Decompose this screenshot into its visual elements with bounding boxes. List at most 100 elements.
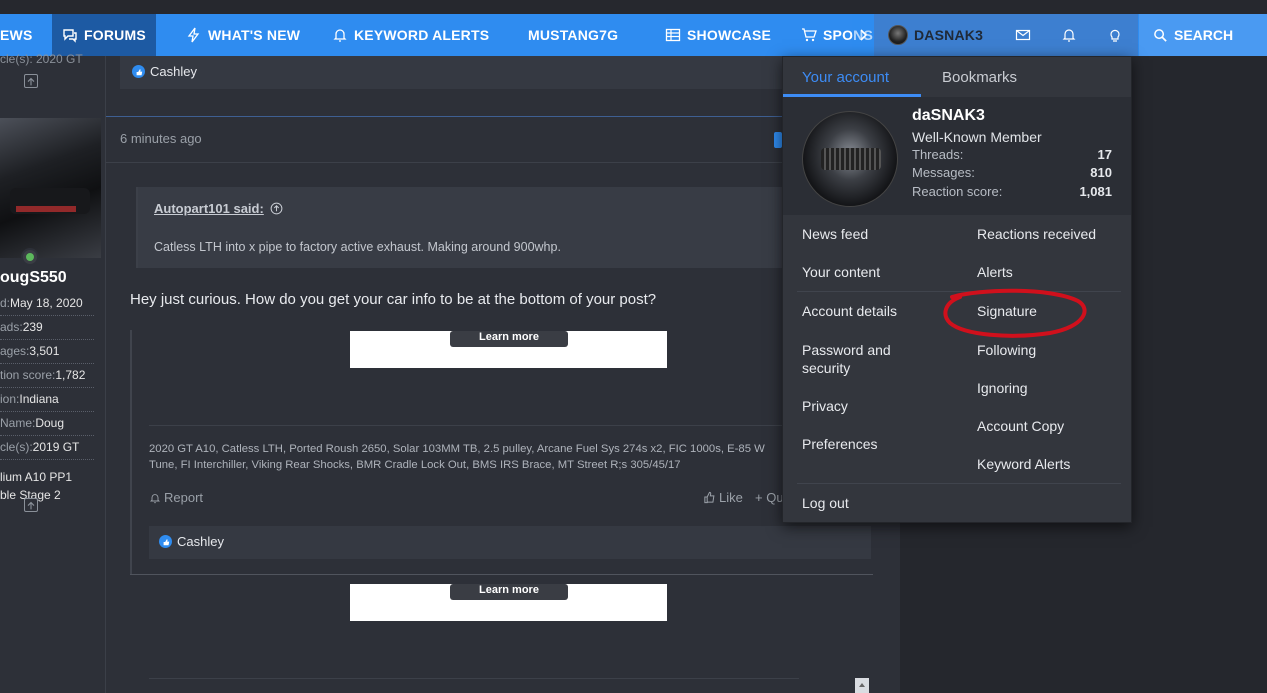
scroll-up-icon[interactable]: [24, 74, 38, 88]
menu-preferences[interactable]: Preferences: [802, 436, 877, 452]
user-stat-value: 3,501: [29, 344, 60, 358]
nav-showcase[interactable]: SHOWCASE: [665, 14, 771, 56]
post-body-text: Hey just curious. How do you get your ca…: [130, 291, 657, 308]
signature-separator: [149, 425, 799, 426]
prev-reaction-user[interactable]: Cashley: [150, 64, 197, 79]
post-header-separator: [106, 162, 900, 163]
menu-your-content[interactable]: Your content: [802, 264, 880, 280]
post-author-name[interactable]: ougS550: [0, 269, 67, 287]
quote-author[interactable]: Autopart101 said:: [154, 201, 264, 216]
learn-more-button[interactable]: Learn more: [450, 331, 568, 347]
quote-block: Autopart101 said: Catless LTH into x pip…: [136, 187, 796, 268]
nav-forums-label: FORUMS: [84, 27, 146, 43]
reaction-score-value: 1,081: [1079, 184, 1112, 199]
user-stat-key: Name:: [0, 416, 36, 430]
user-stat-line: d:May 18, 2020: [0, 292, 94, 316]
scroll-up-button[interactable]: [24, 498, 38, 512]
nav-account-label: DASNAK3: [914, 27, 984, 43]
browser-top-strip: [0, 0, 1267, 14]
user-stat-line: Name:Doug: [0, 412, 94, 436]
reaction-bar: Cashley: [149, 526, 871, 559]
cart-icon: [802, 28, 817, 42]
menu-password-security-line2[interactable]: security: [802, 360, 850, 376]
caret-up-icon: [859, 683, 865, 687]
user-stat-line: cle(s):2019 GT: [0, 436, 94, 460]
messages-value: 810: [1090, 165, 1112, 180]
quote-text: Catless LTH into x pipe to factory activ…: [154, 240, 561, 254]
menu-password-security-line1[interactable]: Password and: [802, 342, 891, 358]
menu-following[interactable]: Following: [977, 342, 1036, 358]
menu-news-feed[interactable]: News feed: [802, 226, 868, 242]
signature-text: 2020 GT A10, Catless LTH, Ported Roush 2…: [149, 443, 765, 471]
messages-label: Messages:: [912, 165, 975, 180]
profile-avatar[interactable]: [802, 111, 898, 207]
nav-mustang7g[interactable]: MUSTANG7G: [528, 14, 618, 56]
style-toggle-button[interactable]: [1092, 14, 1138, 56]
arrow-up-icon: [27, 501, 35, 510]
menu-log-out[interactable]: Log out: [802, 495, 849, 511]
bell-icon: [150, 493, 160, 503]
like-button[interactable]: Like: [703, 490, 743, 505]
like-reaction-icon: [132, 65, 145, 78]
profile-username[interactable]: daSNAK3: [912, 107, 985, 125]
user-stat-key: d:: [0, 296, 11, 310]
ad-banner-1[interactable]: Learn more: [350, 331, 667, 368]
bottom-separator: [149, 678, 799, 679]
report-link[interactable]: Report: [149, 490, 203, 505]
user-stat-value: 1,782: [55, 368, 86, 382]
learn-more-button[interactable]: Learn more: [450, 584, 568, 600]
chevron-right-icon: [860, 29, 868, 41]
inbox-button[interactable]: [1000, 14, 1046, 56]
quote-button[interactable]: + Qu: [755, 490, 784, 505]
nav-account[interactable]: DASNAK3: [874, 14, 1002, 56]
chat-icon: [63, 29, 77, 43]
menu-account-details[interactable]: Account details: [802, 303, 897, 319]
prev-vehicle-line: cle(s): 2020 GT: [0, 52, 83, 66]
nav-mustang7g-label: MUSTANG7G: [528, 27, 619, 43]
menu-alerts[interactable]: Alerts: [977, 264, 1013, 280]
user-stat-line: ads:239: [0, 316, 94, 340]
user-stat-value: Doug: [35, 416, 65, 430]
nav-forums[interactable]: FORUMS: [52, 14, 156, 56]
menu-keyword-alerts[interactable]: Keyword Alerts: [977, 456, 1070, 472]
user-stat-line: ion:Indiana: [0, 388, 94, 412]
bell-icon: [333, 29, 347, 42]
ad-banner-2[interactable]: Learn more: [350, 584, 667, 621]
user-info-column: cle(s): 2020 GT ougS550 lium A10 PP1 ble…: [0, 52, 106, 693]
previous-reaction-bar: Cashley: [120, 56, 800, 89]
scrollbar-up-button[interactable]: [855, 678, 869, 693]
user-stat-key: ion:: [0, 392, 20, 406]
post-separator: [106, 116, 900, 117]
alerts-button[interactable]: [1046, 14, 1092, 56]
user-stat-key: ads:: [0, 320, 23, 334]
user-stat-line: ages:3,501: [0, 340, 94, 364]
user-stat-value: 239: [22, 320, 43, 334]
nav-keyword-alerts[interactable]: KEYWORD ALERTS: [332, 14, 489, 56]
reaction-user[interactable]: Cashley: [177, 534, 224, 549]
menu-ignoring[interactable]: Ignoring: [977, 380, 1028, 396]
nav-scroll-right[interactable]: [852, 14, 874, 56]
nav-news[interactable]: EWS: [0, 14, 33, 56]
like-reaction-icon: [159, 535, 172, 548]
search-icon: [1154, 28, 1167, 42]
nav-keyword-alerts-label: KEYWORD ALERTS: [354, 27, 490, 43]
user-stat-value: 2019 GT: [32, 440, 80, 454]
post-end-separator: [130, 574, 873, 575]
nav-showcase-label: SHOWCASE: [687, 27, 772, 43]
tab-your-account[interactable]: Your account: [802, 69, 889, 86]
nav-news-label: EWS: [0, 27, 33, 43]
menu-reactions-received[interactable]: Reactions received: [977, 226, 1096, 242]
menu-privacy[interactable]: Privacy: [802, 398, 848, 414]
tab-bookmarks[interactable]: Bookmarks: [942, 69, 1017, 86]
user-avatar-image[interactable]: [0, 118, 101, 258]
thumbs-up-icon: [704, 491, 715, 504]
arrow-up-circle-icon[interactable]: [270, 202, 283, 215]
profile-user-title: Well-Known Member: [912, 129, 1042, 145]
post-timestamp[interactable]: 6 minutes ago: [120, 131, 202, 146]
profile-summary: daSNAK3 Well-Known Member Threads: 17 Me…: [783, 97, 1131, 215]
new-badge: [774, 132, 782, 148]
search-button[interactable]: SEARCH: [1139, 14, 1267, 56]
menu-account-copy[interactable]: Account Copy: [977, 418, 1064, 434]
user-stat-key: cle(s):: [0, 440, 33, 454]
nav-whats-new[interactable]: WHAT'S NEW: [186, 14, 300, 56]
